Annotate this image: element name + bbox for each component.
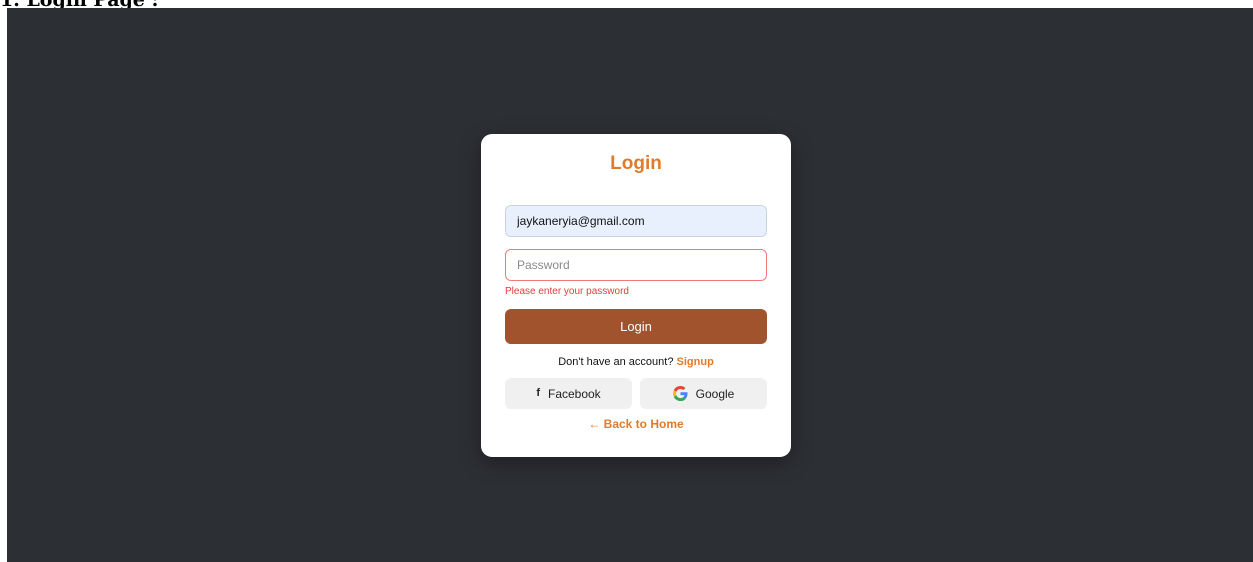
login-card: Login Please enter your password Login D…: [481, 134, 791, 457]
login-title: Login: [610, 153, 662, 174]
google-button[interactable]: Google: [640, 378, 767, 409]
signup-link[interactable]: Signup: [677, 356, 714, 368]
login-button[interactable]: Login: [505, 309, 767, 344]
signup-prompt: Don't have an account?: [558, 356, 674, 368]
facebook-button-label: Facebook: [547, 386, 601, 401]
screenshot-backdrop: Login Please enter your password Login D…: [7, 8, 1253, 562]
password-error-message: Please enter your password: [505, 286, 629, 297]
back-to-home-link[interactable]: ← Back to Home: [481, 417, 791, 431]
facebook-icon: f: [536, 387, 540, 399]
google-button-label: Google: [695, 386, 735, 401]
google-icon: [672, 386, 688, 401]
email-field[interactable]: [505, 205, 767, 237]
password-field[interactable]: [505, 249, 767, 281]
signup-row: Don't have an account? Signup: [481, 356, 791, 368]
facebook-button[interactable]: f Facebook: [505, 378, 632, 409]
